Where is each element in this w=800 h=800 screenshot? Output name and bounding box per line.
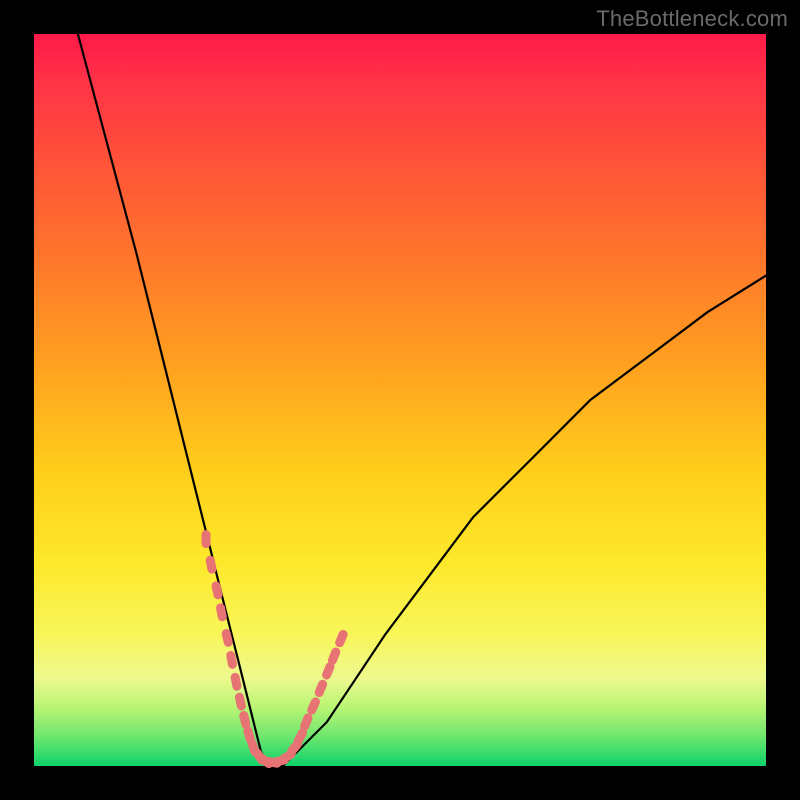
curve-marker	[234, 692, 247, 712]
bottleneck-curve	[78, 34, 766, 766]
curve-marker	[202, 530, 211, 548]
curve-marker	[215, 603, 227, 622]
watermark-text: TheBottleneck.com	[596, 6, 788, 32]
curve-layer	[34, 34, 766, 766]
chart-stage: TheBottleneck.com	[0, 0, 800, 800]
curve-marker	[334, 629, 349, 649]
curve-marker	[205, 555, 217, 574]
curve-markers	[202, 530, 350, 770]
plot-area	[34, 34, 766, 766]
curve-marker	[230, 672, 242, 691]
curve-marker	[313, 678, 328, 698]
curve-marker	[306, 696, 322, 716]
curve-marker	[211, 581, 224, 601]
